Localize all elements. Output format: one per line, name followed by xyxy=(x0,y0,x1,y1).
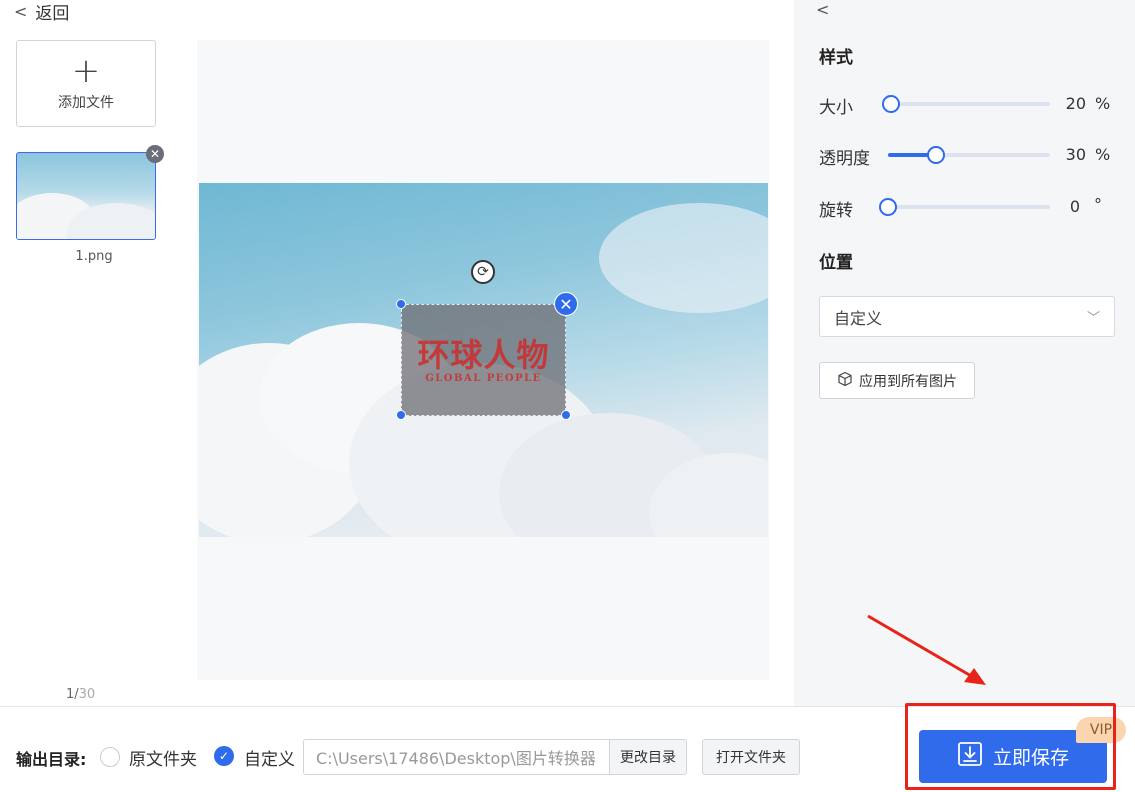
apply-to-all-label: 应用到所有图片 xyxy=(859,373,957,390)
original-folder-label[interactable]: 原文件夹 xyxy=(129,745,197,770)
add-file-label: 添加文件 xyxy=(58,94,114,111)
download-icon xyxy=(957,741,983,772)
resize-handle-bottom-right[interactable] xyxy=(561,410,571,420)
back-label: 返回 xyxy=(35,3,70,24)
page-counter: 1/30 xyxy=(66,687,95,702)
opacity-unit: % xyxy=(1095,145,1111,164)
size-slider-knob[interactable] xyxy=(882,95,900,113)
vip-badge: VIP xyxy=(1076,717,1126,743)
plus-icon: + xyxy=(71,50,101,91)
file-thumbnail[interactable] xyxy=(16,152,156,240)
output-path-input[interactable] xyxy=(304,740,609,774)
watermark-box[interactable]: 环球人物 GLOBAL PEOPLE xyxy=(401,304,566,416)
position-select-value: 自定义 xyxy=(834,308,883,328)
style-section-title: 样式 xyxy=(819,48,853,68)
position-section-title: 位置 xyxy=(819,253,853,273)
add-file-button[interactable]: + 添加文件 xyxy=(16,40,156,127)
output-dir-label: 输出目录: xyxy=(16,750,87,769)
save-now-label: 立即保存 xyxy=(992,747,1069,769)
change-dir-button[interactable]: 更改目录 xyxy=(609,740,686,774)
custom-folder-label[interactable]: 自定义 xyxy=(244,745,295,770)
rotation-label: 旋转 xyxy=(819,201,853,221)
output-path-field: 更改目录 xyxy=(303,739,687,775)
rotation-slider-track[interactable] xyxy=(888,205,1050,209)
resize-handle-bottom-left[interactable] xyxy=(396,410,406,420)
size-value: 20 xyxy=(1065,94,1086,113)
page-total: 30 xyxy=(78,687,96,702)
chevron-down-icon: ﹀ xyxy=(1086,311,1100,326)
back-button[interactable]: < 返回 xyxy=(14,0,70,24)
resize-handle-top-left[interactable] xyxy=(396,299,406,309)
position-select[interactable]: 自定义 ﹀ xyxy=(819,296,1115,337)
page-current: 1/ xyxy=(66,687,79,702)
opacity-label: 透明度 xyxy=(819,149,870,169)
delete-watermark-icon[interactable]: ✕ xyxy=(554,292,578,316)
opacity-value: 30 xyxy=(1065,145,1086,164)
size-label: 大小 xyxy=(819,98,853,118)
remove-file-icon[interactable]: ✕ xyxy=(146,145,164,163)
watermark-subtitle: GLOBAL PEOPLE xyxy=(425,372,542,384)
open-folder-button[interactable]: 打开文件夹 xyxy=(702,739,800,775)
cube-icon xyxy=(837,371,853,391)
rotation-unit: ° xyxy=(1094,195,1102,214)
size-unit: % xyxy=(1095,94,1111,113)
opacity-slider-knob[interactable] xyxy=(927,146,945,164)
radio-custom-folder[interactable]: ✓ xyxy=(214,746,234,766)
rotate-handle-icon[interactable]: ⟳ xyxy=(471,260,495,284)
rotation-slider-knob[interactable] xyxy=(879,198,897,216)
radio-original-folder[interactable] xyxy=(100,747,120,767)
chevron-left-icon: < xyxy=(14,1,28,21)
collapse-panel-icon[interactable]: < xyxy=(816,0,829,19)
rotation-value: 0 xyxy=(1069,197,1080,216)
file-name: 1.png xyxy=(75,249,113,264)
watermark-title: 环球人物 xyxy=(417,335,550,374)
size-slider-track[interactable] xyxy=(888,102,1050,106)
apply-to-all-button[interactable]: 应用到所有图片 xyxy=(819,362,975,399)
